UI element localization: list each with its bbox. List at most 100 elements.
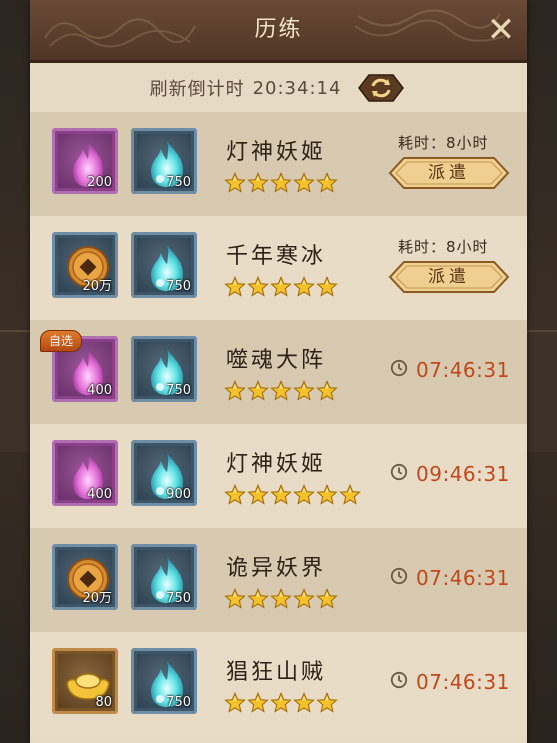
reward-slot[interactable]: 20万	[52, 544, 118, 610]
reward-quantity: 750	[166, 591, 191, 606]
reward-quantity: 750	[166, 695, 191, 710]
star-icon	[247, 379, 269, 402]
star-icon	[293, 483, 315, 506]
trial-panel: 历练 ✕ 刷新倒计时 20:34:14 200 750 灯神妖姬 耗时：8小时 派遣 20…	[30, 0, 527, 743]
clock-icon	[390, 671, 408, 693]
star-icon	[270, 379, 292, 402]
star-icon	[270, 587, 292, 610]
reward-quantity: 20万	[82, 591, 112, 606]
star-icon	[247, 691, 269, 714]
timer-text: 07:46:31	[416, 670, 510, 694]
task-timer: 07:46:31	[390, 566, 510, 590]
star-icon	[316, 171, 338, 194]
reward-quantity: 20万	[82, 279, 112, 294]
reward-slot[interactable]: 750	[131, 336, 197, 402]
star-icon	[247, 587, 269, 610]
dispatch-button[interactable]: 派遣	[388, 260, 510, 294]
dispatch-button-label: 派遣	[428, 163, 470, 183]
refresh-time: 20:34:14	[252, 77, 342, 99]
dispatch-button[interactable]: 派遣	[388, 156, 510, 190]
refresh-countdown: 刷新倒计时 20:34:14	[30, 64, 527, 112]
star-icon	[339, 483, 361, 506]
star-rating	[224, 483, 361, 506]
task-row: 80 750 猖狂山贼 07:46:31	[30, 632, 527, 736]
reward-quantity: 80	[95, 695, 112, 710]
task-name: 灯神妖姬	[226, 140, 327, 165]
star-rating	[224, 171, 338, 194]
timer-text: 07:46:31	[416, 566, 510, 590]
reward-slot[interactable]: 900	[131, 440, 197, 506]
task-duration: 耗时：8小时	[398, 134, 489, 152]
clock-icon	[390, 359, 408, 381]
star-icon	[293, 171, 315, 194]
task-timer: 07:46:31	[390, 670, 510, 694]
star-icon	[316, 275, 338, 298]
clock-icon	[390, 463, 408, 485]
task-name: 灯神妖姬	[226, 452, 327, 477]
reward-quantity: 400	[87, 487, 112, 502]
star-icon	[293, 691, 315, 714]
reward-slot[interactable]: 400	[52, 440, 118, 506]
star-icon	[224, 171, 246, 194]
reward-quantity: 200	[87, 175, 112, 190]
star-icon	[224, 379, 246, 402]
dispatch-button-label: 派遣	[428, 267, 470, 287]
task-row: 200 750 灯神妖姬 耗时：8小时派遣	[30, 112, 527, 216]
reward-slot[interactable]: 200	[52, 128, 118, 194]
auto-select-badge: 自选	[40, 330, 82, 352]
task-name: 噬魂大阵	[226, 348, 327, 373]
close-icon: ✕	[486, 10, 516, 50]
star-icon	[316, 691, 338, 714]
task-timer: 09:46:31	[390, 462, 510, 486]
star-icon	[224, 275, 246, 298]
task-list: 200 750 灯神妖姬 耗时：8小时 派遣 20万 750 千年寒冰 耗时：8小时 派遣 400 7…	[30, 112, 527, 736]
star-rating	[224, 691, 338, 714]
clock-icon	[390, 567, 408, 589]
panel-header: 历练 ✕	[30, 0, 527, 63]
star-icon	[224, 691, 246, 714]
reward-slot[interactable]: 750	[131, 128, 197, 194]
refresh-button[interactable]	[355, 73, 407, 103]
star-icon	[316, 483, 338, 506]
star-icon	[270, 691, 292, 714]
reward-slot[interactable]: 750	[131, 232, 197, 298]
refresh-icon	[358, 74, 405, 102]
star-rating	[224, 275, 338, 298]
reward-slot[interactable]: 80	[52, 648, 118, 714]
star-icon	[316, 587, 338, 610]
star-icon	[224, 483, 246, 506]
reward-slot[interactable]: 20万	[52, 232, 118, 298]
star-icon	[224, 587, 246, 610]
background-pillar-right	[527, 330, 557, 452]
star-icon	[293, 379, 315, 402]
reward-quantity: 750	[166, 383, 191, 398]
background-pillar-left	[0, 330, 30, 452]
star-icon	[293, 275, 315, 298]
star-icon	[247, 275, 269, 298]
task-row: 400 750 自选 噬魂大阵 07:46:31	[30, 320, 527, 424]
task-timer: 07:46:31	[390, 358, 510, 382]
task-name: 猖狂山贼	[226, 660, 327, 685]
reward-quantity: 750	[166, 279, 191, 294]
panel-title: 历练	[254, 17, 303, 42]
star-icon	[270, 275, 292, 298]
star-icon	[247, 483, 269, 506]
star-icon	[293, 587, 315, 610]
task-duration: 耗时：8小时	[398, 238, 489, 256]
task-row: 400 900 灯神妖姬 09:46:31	[30, 424, 527, 528]
task-row: 20万 750 诡异妖界 07:46:31	[30, 528, 527, 632]
reward-slot[interactable]: 750	[131, 544, 197, 610]
refresh-label: 刷新倒计时	[149, 79, 245, 100]
task-row: 20万 750 千年寒冰 耗时：8小时派遣	[30, 216, 527, 320]
close-button[interactable]: ✕	[483, 12, 519, 48]
reward-quantity: 900	[166, 487, 191, 502]
star-icon	[270, 483, 292, 506]
task-name: 诡异妖界	[226, 556, 327, 581]
star-rating	[224, 587, 338, 610]
reward-slot[interactable]: 750	[131, 648, 197, 714]
star-rating	[224, 379, 338, 402]
timer-text: 09:46:31	[416, 462, 510, 486]
task-name: 千年寒冰	[226, 244, 327, 269]
star-icon	[316, 379, 338, 402]
star-icon	[247, 171, 269, 194]
